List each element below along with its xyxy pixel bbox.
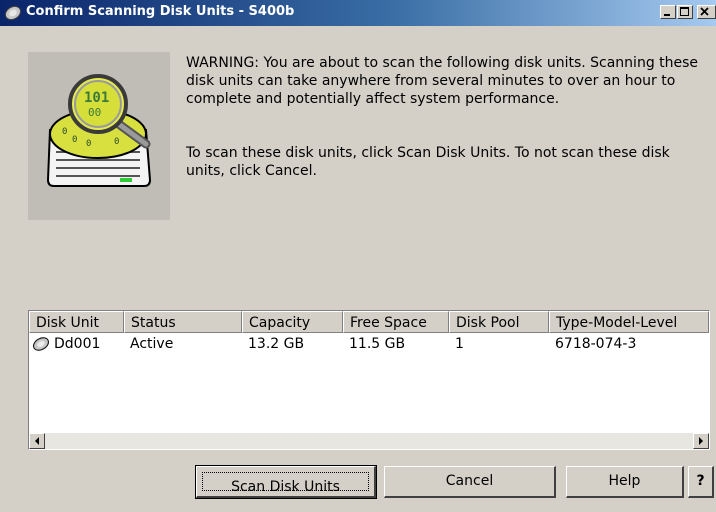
- close-button[interactable]: [697, 5, 716, 19]
- window-title: Confirm Scanning Disk Units - S400b: [26, 4, 295, 19]
- disk-scan-icon: 0 0 0 0 101 00: [46, 74, 152, 187]
- column-header-free-space[interactable]: Free Space: [343, 311, 449, 333]
- cell-disk-unit: Dd001: [54, 336, 101, 352]
- question-mark-icon: ?: [696, 473, 705, 489]
- table-header: Disk Unit Status Capacity Free Space Dis…: [29, 311, 709, 333]
- cancel-label: Cancel: [445, 473, 494, 489]
- svg-text:0: 0: [114, 137, 119, 147]
- column-header-capacity[interactable]: Capacity: [242, 311, 343, 333]
- minimize-icon: [664, 14, 670, 16]
- cancel-button[interactable]: Cancel: [384, 466, 556, 498]
- scroll-left-button[interactable]: [29, 433, 45, 449]
- warning-text: WARNING: You are about to scan the follo…: [186, 55, 699, 107]
- message-area: WARNING: You are about to scan the follo…: [186, 54, 712, 180]
- whats-this-button[interactable]: ?: [688, 466, 714, 498]
- svg-text:00: 00: [88, 106, 101, 119]
- instruction-text: To scan these disk units, click Scan Dis…: [186, 145, 670, 179]
- title-bar[interactable]: Confirm Scanning Disk Units - S400b: [0, 0, 716, 26]
- svg-text:0: 0: [86, 139, 91, 149]
- horizontal-scrollbar[interactable]: [29, 433, 709, 449]
- column-header-disk-pool[interactable]: Disk Pool: [449, 311, 549, 333]
- column-header-type-model-level[interactable]: Type-Model-Level: [549, 311, 709, 333]
- scan-disk-units-label: Scan Disk Units: [231, 479, 340, 495]
- minimize-button[interactable]: [660, 5, 676, 19]
- svg-text:0: 0: [72, 135, 77, 145]
- cell-free-space: 11.5 GB: [349, 336, 406, 352]
- cell-disk-pool: 1: [455, 336, 464, 352]
- close-icon: [700, 7, 709, 16]
- help-label: Help: [608, 473, 641, 489]
- cell-capacity: 13.2 GB: [248, 336, 305, 352]
- arrow-left-icon: [35, 437, 39, 445]
- cell-status: Active: [130, 336, 174, 352]
- cell-type-model-level: 6718-074-3: [555, 336, 637, 352]
- svg-text:0: 0: [62, 127, 67, 137]
- column-header-status[interactable]: Status: [124, 311, 242, 333]
- disk-icon: [4, 4, 22, 22]
- maximize-icon: [680, 7, 689, 16]
- focus-rect: Scan Disk Units: [202, 472, 369, 495]
- disk-scan-illustration: 0 0 0 0 101 00: [28, 52, 170, 220]
- scan-disk-units-button[interactable]: Scan Disk Units: [195, 465, 377, 499]
- disk-units-table[interactable]: Disk Unit Status Capacity Free Space Dis…: [28, 310, 710, 450]
- maximize-button[interactable]: [677, 5, 693, 19]
- scroll-right-button[interactable]: [693, 433, 709, 449]
- table-row[interactable]: Dd001 Active 13.2 GB 11.5 GB 1 6718-074-…: [29, 334, 709, 354]
- help-button[interactable]: Help: [566, 466, 684, 498]
- svg-text:101: 101: [84, 90, 109, 106]
- column-header-disk-unit[interactable]: Disk Unit: [29, 311, 124, 333]
- arrow-right-icon: [699, 437, 703, 445]
